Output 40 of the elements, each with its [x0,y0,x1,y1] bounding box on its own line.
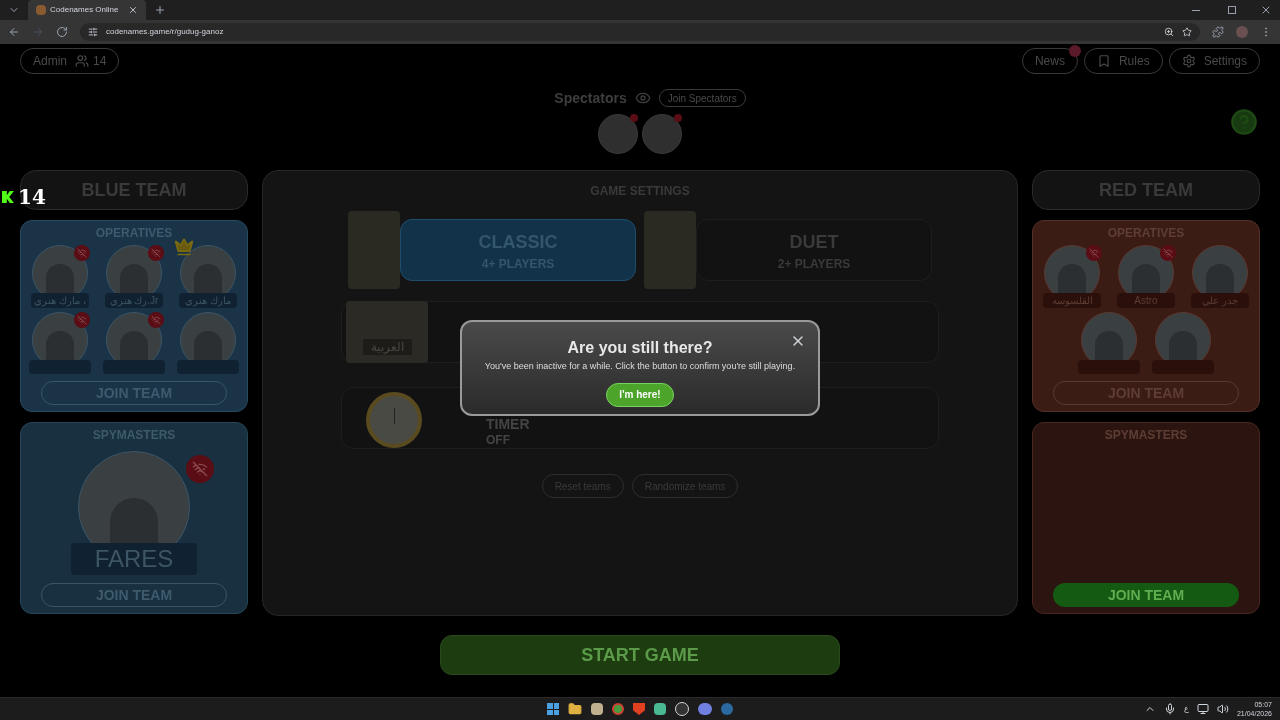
name-plate [1152,360,1214,374]
close-tab-icon[interactable] [128,5,138,15]
zoom-icon[interactable] [1164,27,1174,37]
name-plate [1078,360,1140,374]
name-plate [29,360,91,374]
start-game-button[interactable]: START GAME [440,635,840,675]
join-team-button[interactable]: JOIN TEAM [1053,583,1239,607]
browser-tab[interactable]: Codenames Online [28,0,146,20]
im-here-button[interactable]: I'm here! [606,382,674,407]
spectators-title: Spectators [554,89,627,108]
kick-logo-icon [2,191,14,203]
folder-icon[interactable] [568,702,582,716]
avatar-silhouette [598,114,638,154]
avatar-silhouette [642,114,682,154]
gear-icon [1181,54,1196,68]
site-settings-icon[interactable] [88,27,98,37]
microphone-icon[interactable] [1163,703,1176,715]
stream-counter: 14 [2,183,46,211]
windows-start-icon[interactable] [547,703,559,715]
dialog-message: You've been inactive for a while. Click the button to confirm you're still playing. [484,360,796,373]
name-plate [177,360,239,374]
extensions-icon[interactable] [1212,26,1224,38]
close-window-icon[interactable] [1260,4,1272,16]
dialog-title: Are you still there? [567,338,713,358]
eye-icon [634,90,651,106]
keyboard-language[interactable]: ع [1183,703,1189,715]
site-favicon-icon [36,5,46,15]
address-bar[interactable]: codenames.game/r/gudug-ganoz [80,23,1200,41]
back-icon[interactable] [8,26,20,38]
bookmark-star-icon[interactable] [1182,27,1192,37]
bookmark-icon [1096,54,1111,68]
network-icon[interactable] [1196,703,1209,715]
users-icon [75,54,89,68]
minimize-icon[interactable] [1192,9,1200,11]
volume-icon[interactable] [1216,703,1229,715]
name-plate [103,360,165,374]
new-tab-icon[interactable] [154,4,166,16]
reload-icon[interactable] [56,26,68,38]
restore-icon[interactable] [1228,6,1236,14]
browser-icon[interactable] [612,703,624,715]
